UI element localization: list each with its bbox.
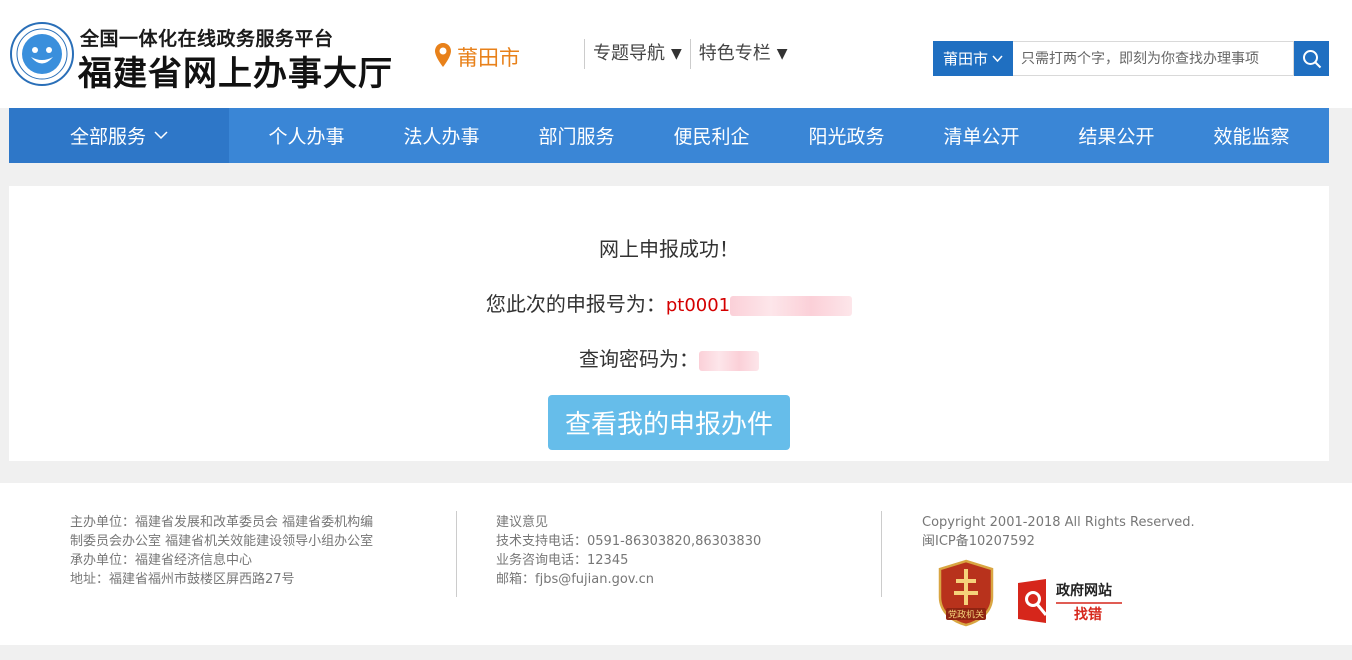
search-input[interactable]	[1013, 41, 1294, 76]
icp-link[interactable]: 闽ICP备10207592	[922, 532, 1322, 551]
success-message: 网上申报成功！	[599, 237, 739, 261]
footer-text: 承办单位：福建省经济信息中心	[70, 553, 253, 568]
nav-item-sunshine[interactable]: 阳光政务	[808, 122, 884, 149]
gov-badge-line1: 政府网站	[1056, 582, 1112, 599]
header-links: 专题导航 ▼ 特色专栏 ▼	[584, 38, 796, 70]
topic-nav-label: 专题导航	[593, 43, 665, 64]
gov-site-error-report-icon[interactable]: 政府网站 找错	[1016, 577, 1128, 627]
search-button[interactable]	[1294, 41, 1329, 76]
nav-item-result-public[interactable]: 结果公开	[1078, 122, 1154, 149]
site-header: 全国一体化在线政务服务平台 福建省网上办事大厅 莆田市 专题导航 ▼ 特色专栏 …	[0, 0, 1352, 108]
footer-text: 制委员会办公室 福建省机关效能建设领导小组办公室	[70, 534, 374, 549]
gov-badge-line2: 找错	[1074, 606, 1102, 623]
view-my-applications-button[interactable]: 查看我的申报办件	[548, 395, 790, 450]
report-number-line: 您此次的申报号为：pt0001	[9, 288, 1329, 317]
footer-text: 地址：福建省福州市鼓楼区屏西路27号	[70, 572, 295, 587]
report-number-label: 您此次的申报号为：	[485, 292, 666, 316]
footer-text: 主办单位：福建省发展和改革委员会 福建省委机构编	[70, 515, 374, 530]
topic-nav-link[interactable]: 专题导航 ▼	[584, 39, 690, 69]
caret-down-icon: ▼	[776, 46, 788, 62]
smiley-logo-icon[interactable]	[10, 22, 74, 86]
password-label: 查询密码为：	[579, 347, 699, 371]
site-footer: 主办单位：福建省发展和改革委员会 福建省委机构编 制委员会办公室 福建省机关效能…	[0, 483, 1352, 645]
copyright-text: Copyright 2001-2018 All Rights Reserved.	[922, 515, 1195, 530]
password-line: 查询密码为：	[9, 343, 1329, 372]
footer-text: 邮箱：fjbs@fujian.gov.cn	[496, 572, 654, 587]
nav-all-label: 全部服务	[69, 126, 146, 148]
result-panel: 网上申报成功！ 您此次的申报号为：pt0001 查询密码为： 查看我的申报办件	[9, 186, 1329, 461]
footer-text: 技术支持电话：0591-86303820,86303830	[496, 534, 762, 549]
nav-item-personal[interactable]: 个人办事	[268, 122, 344, 149]
nav-item-department[interactable]: 部门服务	[538, 122, 614, 149]
search-city-label: 莆田市	[942, 50, 988, 68]
search-icon	[1302, 49, 1321, 68]
footer-sponsor-info: 主办单位：福建省发展和改革委员会 福建省委机构编 制委员会办公室 福建省机关效能…	[70, 513, 440, 589]
redacted-blur	[699, 350, 759, 371]
footer-copyright: Copyright 2001-2018 All Rights Reserved.…	[922, 513, 1322, 551]
nav-item-efficiency[interactable]: 效能监察	[1213, 122, 1289, 149]
caret-down-icon: ▼	[671, 46, 682, 62]
search-city-select[interactable]: 莆田市	[933, 41, 1013, 76]
main-nav: 全部服务 个人办事 法人办事 部门服务 便民利企 阳光政务 清单公开 结果公开 …	[9, 108, 1329, 163]
nav-item-list-public[interactable]: 清单公开	[943, 122, 1019, 149]
current-city[interactable]: 莆田市	[457, 42, 520, 72]
nav-all-services[interactable]: 全部服务	[9, 108, 229, 163]
footer-contact-info: 建议意见 技术支持电话：0591-86303820,86303830 业务咨询电…	[496, 513, 856, 589]
redacted-blur	[730, 295, 853, 316]
search-box: 莆田市	[933, 41, 1329, 76]
nav-item-legal-person[interactable]: 法人办事	[403, 122, 479, 149]
footer-divider	[881, 511, 882, 597]
feature-column-label: 特色专栏	[698, 43, 771, 64]
location-pin-icon	[435, 43, 451, 67]
footer-divider	[456, 511, 457, 597]
suggestion-link[interactable]: 建议意见	[496, 513, 856, 532]
site-title[interactable]: 福建省网上办事大厅	[78, 46, 393, 95]
party-gov-badge-icon[interactable]: 党政机关	[936, 559, 996, 627]
chevron-down-icon	[992, 54, 1003, 62]
nav-item-convenience[interactable]: 便民利企	[673, 122, 749, 149]
nav-items: 个人办事 法人办事 部门服务 便民利企 阳光政务 清单公开 结果公开 效能监察	[229, 108, 1329, 163]
party-badge-text: 党政机关	[948, 609, 984, 621]
chevron-down-icon	[154, 131, 168, 140]
report-number: pt0001	[665, 295, 731, 316]
feature-column-link[interactable]: 特色专栏 ▼	[689, 39, 796, 69]
footer-text: 业务咨询电话：12345	[496, 553, 629, 568]
